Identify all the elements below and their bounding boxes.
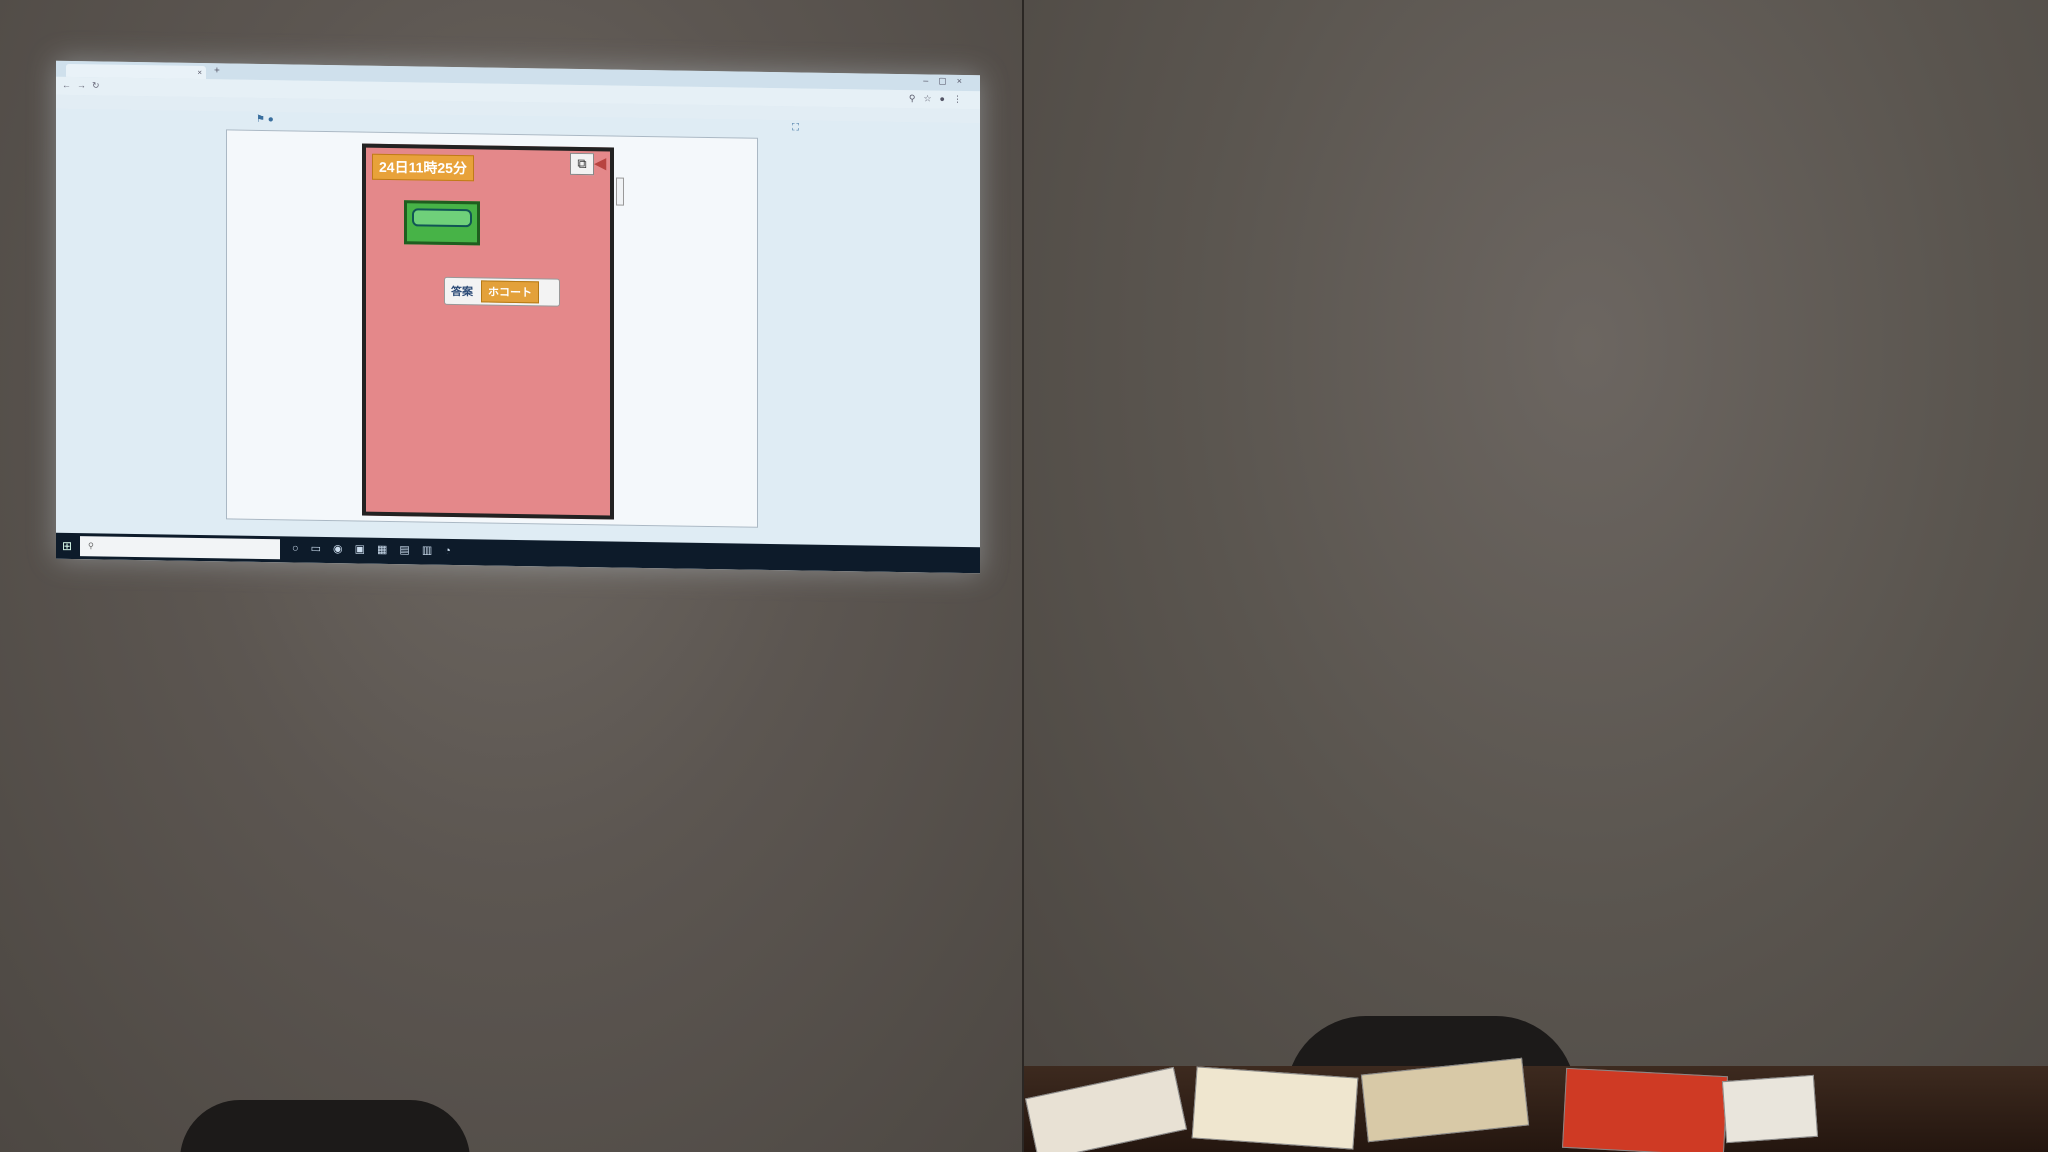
page-content: ⚑ ● ⛶ 24日11時25分 ⧉ ◀ 答案 ホコート [56, 108, 980, 548]
url-field[interactable] [116, 81, 416, 98]
book-cover [1360, 1057, 1530, 1143]
book-cover [1721, 1074, 1819, 1144]
window-controls[interactable]: –▢× [923, 75, 972, 87]
resize-handle[interactable] [616, 177, 624, 206]
projected-screen-left: × + –▢× ←→↻ ⚲☆●⋮ ⚑ ● ⛶ 24日11時25分 ⧉ ◀ 答案 … [56, 60, 980, 574]
flag-icon[interactable]: ⚑ ● [256, 114, 274, 125]
search-icon: ⚲ [88, 541, 94, 551]
extension-icons[interactable]: ⚲☆●⋮ [909, 93, 970, 105]
windows-start-icon[interactable]: ⊞ [62, 539, 72, 553]
new-tab-icon[interactable]: + [214, 65, 220, 76]
green-sprite-button[interactable] [404, 200, 480, 246]
taskbar-app-icons[interactable]: ○▭◉▣▦▤▥◔ [292, 541, 463, 557]
sprite-banner [412, 208, 472, 228]
book-cover [1562, 1067, 1728, 1152]
nav-buttons[interactable]: ←→↻ [62, 80, 106, 92]
left-photo-panel: × + –▢× ←→↻ ⚲☆●⋮ ⚑ ● ⛶ 24日11時25分 ⧉ ◀ 答案 … [0, 0, 1022, 1152]
taskbar-search[interactable]: ⚲ [80, 536, 280, 560]
right-photo-panel: × + –▢× ←→↻ ⚲☆●⋮ ⚑ ● ⛶ ◀ ⊞ ⚲ ○▭◉ [1024, 0, 2048, 1152]
answer-label: 答案 [451, 285, 473, 299]
book-cover [1191, 1066, 1359, 1150]
close-tab-icon[interactable]: × [197, 66, 202, 79]
fullscreen-icon[interactable]: ⛶ [792, 122, 799, 133]
date-label: 24日11時25分 [372, 153, 474, 182]
chair-back [180, 1100, 470, 1152]
answer-display: 答案 ホコート [444, 276, 560, 307]
game-stage[interactable]: 24日11時25分 ⧉ ◀ 答案 ホコート [362, 143, 614, 520]
table [1024, 1057, 2048, 1152]
speaker-icon[interactable]: ◀ [594, 153, 606, 173]
book-cover [1025, 1066, 1187, 1152]
window-icon[interactable]: ⧉ [570, 152, 594, 176]
answer-value: ホコート [481, 280, 539, 304]
